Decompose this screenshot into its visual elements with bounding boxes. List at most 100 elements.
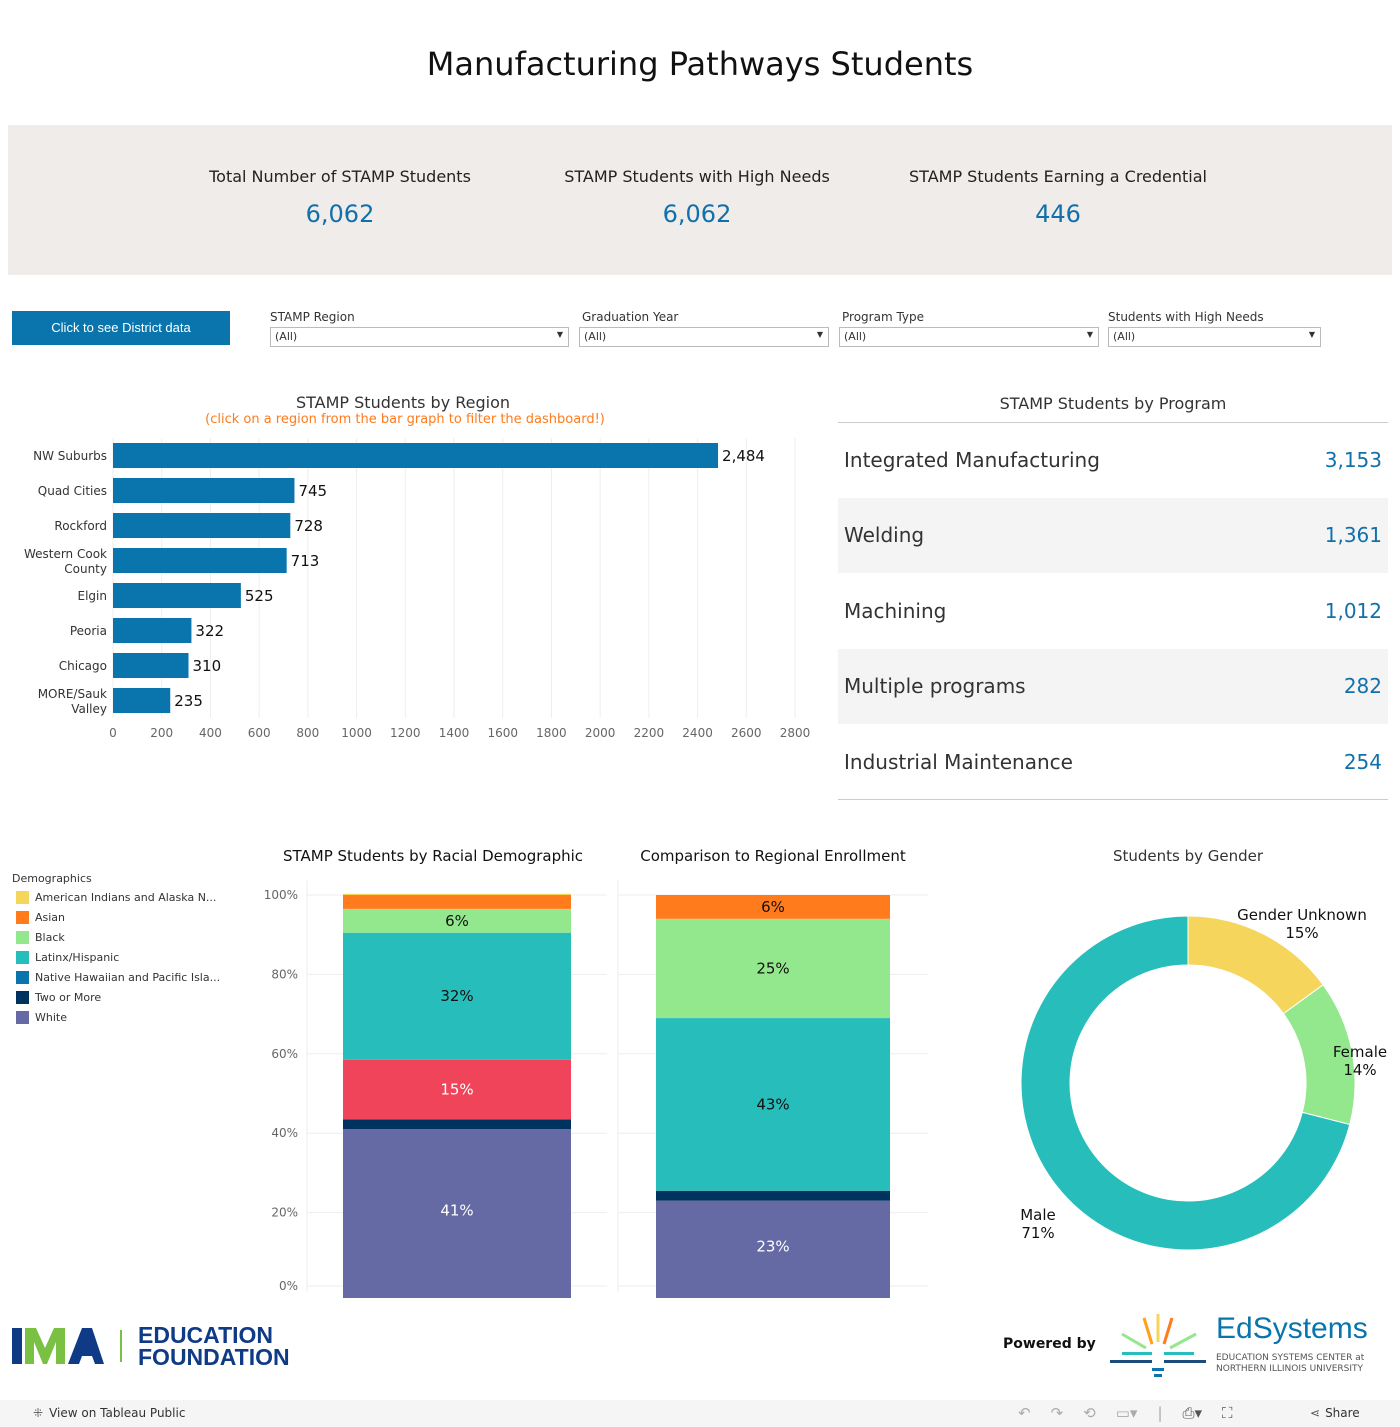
download-icon[interactable]: ⎙▾ (1183, 1404, 1203, 1422)
segment-label: 25% (756, 959, 789, 977)
segment-label: 6% (445, 912, 469, 930)
program-title: STAMP Students by Program (838, 394, 1388, 423)
region-bar[interactable] (113, 478, 295, 503)
kpi-banner: Total Number of STAMP Students 6,062 STAM… (8, 125, 1392, 275)
high-needs-dropdown[interactable]: (All) ▼ (1108, 327, 1321, 347)
edsystems-logo-mark (1110, 1314, 1206, 1377)
region-bar[interactable] (113, 688, 171, 713)
dropdown-value: (All) (584, 330, 607, 343)
redo-icon[interactable]: ↷ (1051, 1404, 1064, 1422)
category-label[interactable]: Elgin (78, 589, 107, 603)
stacked-segment[interactable] (656, 1190, 890, 1201)
region-bar[interactable] (113, 548, 287, 573)
legend-label: Black (35, 931, 65, 944)
x-tick-label: 2400 (682, 726, 713, 740)
fullscreen-icon[interactable]: ⛶ (1222, 1404, 1233, 1422)
category-label[interactable]: Peoria (70, 624, 107, 638)
share-button[interactable]: ⋖ Share (1310, 1406, 1360, 1420)
graduation-year-dropdown[interactable]: (All) ▼ (579, 327, 829, 347)
legend-item[interactable]: Native Hawaiian and Pacific Isla... (16, 971, 220, 984)
kpi-total: Total Number of STAMP Students 6,062 (175, 167, 505, 228)
stacked-segment[interactable] (343, 895, 571, 909)
legend-item[interactable]: Asian (16, 911, 65, 924)
slice-label: 71% (1021, 1224, 1054, 1242)
region-bar[interactable] (113, 653, 189, 678)
slice-name: Female (1333, 1043, 1387, 1061)
legend-label: Two or More (35, 991, 102, 1004)
kpi-value: 6,062 (662, 200, 732, 228)
region-bar[interactable] (113, 618, 192, 643)
x-tick-label: 2200 (634, 726, 665, 740)
category-label[interactable]: Chicago (59, 659, 107, 673)
y-tick-label: 100% (264, 888, 298, 902)
dropdown-arrow-icon: ▼ (1308, 330, 1315, 339)
x-tick-label: 1000 (341, 726, 372, 740)
category-label[interactable]: Rockford (54, 519, 107, 533)
legend-item[interactable]: Black (16, 931, 65, 944)
program-row[interactable]: Integrated Manufacturing 3,153 (838, 422, 1388, 497)
category-label[interactable]: MORE/Sauk (38, 687, 107, 701)
x-tick-label: 2600 (731, 726, 762, 740)
data-label: 322 (195, 622, 224, 640)
category-label[interactable]: County (64, 562, 107, 576)
kpi-label: STAMP Students Earning a Credential (909, 167, 1207, 186)
category-label[interactable]: NW Suburbs (33, 449, 107, 463)
category-label[interactable]: Valley (71, 702, 107, 716)
category-label[interactable]: Quad Cities (38, 484, 107, 498)
legend-swatch (16, 951, 29, 964)
legend-item[interactable]: American Indians and Alaska N... (16, 891, 216, 904)
program-row[interactable]: Multiple programs 282 (838, 648, 1388, 724)
program-row[interactable]: Machining 1,012 (838, 573, 1388, 648)
program-row[interactable]: Industrial Maintenance 254 (838, 724, 1388, 799)
y-tick-label: 20% (271, 1206, 298, 1220)
view-on-tableau-label: View on Tableau Public (49, 1406, 186, 1420)
stacked-segment[interactable] (343, 893, 571, 895)
dropdown-value: (All) (1113, 330, 1136, 343)
share-icon: ⋖ (1310, 1406, 1321, 1420)
legend-swatch (16, 971, 29, 984)
filter-label: Program Type (842, 310, 925, 324)
revert-icon[interactable]: ⟲ (1083, 1404, 1096, 1422)
filter-label: Students with High Needs (1108, 310, 1264, 324)
refresh-icon[interactable]: ▭▾ (1116, 1404, 1138, 1422)
gender-donut-chart: Gender Unknown15% Female14% Male71% (1020, 906, 1387, 1251)
region-bar[interactable] (113, 443, 719, 468)
data-label: 310 (193, 657, 222, 675)
region-bar[interactable] (113, 513, 291, 538)
data-label: 2,484 (722, 447, 765, 465)
x-tick-label: 800 (296, 726, 319, 740)
legend-item[interactable]: White (16, 1011, 67, 1024)
legend-label: American Indians and Alaska N... (35, 891, 217, 904)
program-row[interactable]: Welding 1,361 (838, 497, 1388, 573)
x-tick-label: 1800 (536, 726, 567, 740)
dropdown-value: (All) (275, 330, 298, 343)
program-value: 1,361 (1324, 523, 1382, 547)
separator: | (1157, 1404, 1163, 1422)
program-type-dropdown[interactable]: (All) ▼ (839, 327, 1099, 347)
region-bar-chart: 0 200 400 600 800 1000 1200 1400 1600 1800 2000 220… (24, 438, 810, 740)
kpi-value: 446 (1035, 200, 1081, 228)
undo-icon[interactable]: ↶ (1018, 1404, 1031, 1422)
filter-region: STAMP Region (All) ▼ (270, 310, 569, 347)
stacked-segment[interactable] (343, 1119, 571, 1130)
legend-item[interactable]: Latinx/Hispanic (16, 951, 119, 964)
data-label: 728 (294, 517, 323, 535)
district-data-button[interactable]: Click to see District data (12, 311, 230, 345)
category-label[interactable]: Western Cook (24, 547, 107, 561)
region-dropdown[interactable]: (All) ▼ (270, 327, 569, 347)
region-bar[interactable] (113, 583, 241, 608)
edsystems-subtitle: EDUCATION SYSTEMS CENTER at NORTHERN ILL… (1216, 1353, 1365, 1374)
y-tick-label: 60% (271, 1047, 298, 1061)
x-tick-label: 600 (248, 726, 271, 740)
legend-item[interactable]: Two or More (16, 991, 101, 1004)
legend-swatch (16, 891, 29, 904)
filter-graduation-year: Graduation Year (All) ▼ (579, 310, 829, 347)
program-value: 1,012 (1324, 598, 1382, 623)
view-on-tableau-link[interactable]: ⁜ View on Tableau Public (33, 1406, 185, 1420)
legend-swatch (16, 911, 29, 924)
racial-chart-title: STAMP Students by Racial Demographic (282, 847, 584, 865)
program-value: 3,153 (1324, 447, 1382, 472)
powered-by-label: Powered by (1003, 1336, 1096, 1352)
dropdown-arrow-icon: ▼ (1086, 330, 1093, 339)
legend-label: Latinx/Hispanic (35, 951, 120, 964)
